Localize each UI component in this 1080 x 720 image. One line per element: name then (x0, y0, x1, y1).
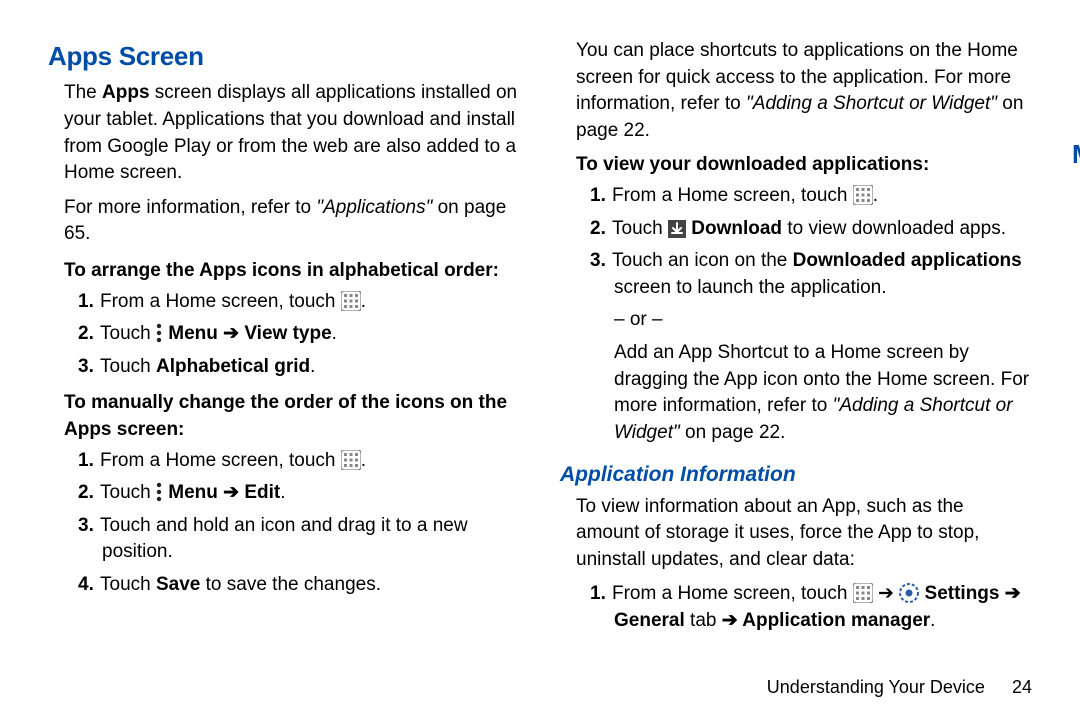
steps-manual-order: 1.From a Home screen, touch . 2.Touch Me… (78, 448, 520, 599)
steps-downloaded: 1.From a Home screen, touch . 2.Touch Do… (590, 183, 1032, 301)
app-info-intro: To view information about an App, such a… (576, 494, 1032, 574)
settings-gear-icon (899, 583, 919, 603)
or-divider: – or – (614, 307, 1032, 334)
step: 1.From a Home screen, touch ➔ Settings ➔… (590, 581, 1032, 634)
step: 1.From a Home screen, touch . (78, 448, 520, 475)
step: 2.Touch Menu ➔ Edit. (78, 480, 520, 507)
apps-crossref: For more information, refer to "Applicat… (64, 195, 520, 248)
apps-grid-icon (341, 291, 361, 311)
step: 2.Touch Menu ➔ View type. (78, 321, 520, 348)
step: 1.From a Home screen, touch . (590, 183, 1032, 210)
apps-grid-icon (853, 185, 873, 205)
apps-intro: The Apps screen displays all application… (64, 80, 520, 186)
page-columns: Apps Screen The Apps screen displays all… (48, 38, 1032, 648)
apps-grid-icon (341, 450, 361, 470)
page-number: 24 (1012, 677, 1032, 697)
step: 3.Touch Alphabetical grid. (78, 354, 520, 381)
page-footer: Understanding Your Device 24 (767, 675, 1032, 700)
steps-alphabetical: 1.From a Home screen, touch . 2.Touch Me… (78, 289, 520, 381)
download-icon (668, 220, 686, 238)
shortcut-note: You can place shortcuts to applications … (576, 38, 1032, 144)
step: 1.From a Home screen, touch . (78, 289, 520, 316)
heading-app-info: Application Information (560, 460, 1032, 489)
chapter-title: Understanding Your Device (767, 677, 985, 697)
menu-dots-icon (156, 482, 163, 502)
step: 2.Touch Download to view downloaded apps… (590, 216, 1032, 243)
instr-manual-order: To manually change the order of the icon… (64, 390, 520, 443)
apps-grid-icon (853, 583, 873, 603)
heading-multi-window: Multi Window (1072, 136, 1080, 172)
shortcut-drag-note: Add an App Shortcut to a Home screen by … (614, 340, 1032, 446)
step: 4.Touch Save to save the changes. (78, 572, 520, 599)
menu-dots-icon (156, 323, 163, 343)
step: 3.Touch an icon on the Downloaded applic… (590, 248, 1032, 301)
instr-downloaded: To view your downloaded applications: (576, 152, 1032, 179)
step: 3.Touch and hold an icon and drag it to … (78, 513, 520, 566)
heading-apps-screen: Apps Screen (48, 38, 520, 74)
instr-alphabetical: To arrange the Apps icons in alphabetica… (64, 258, 520, 285)
